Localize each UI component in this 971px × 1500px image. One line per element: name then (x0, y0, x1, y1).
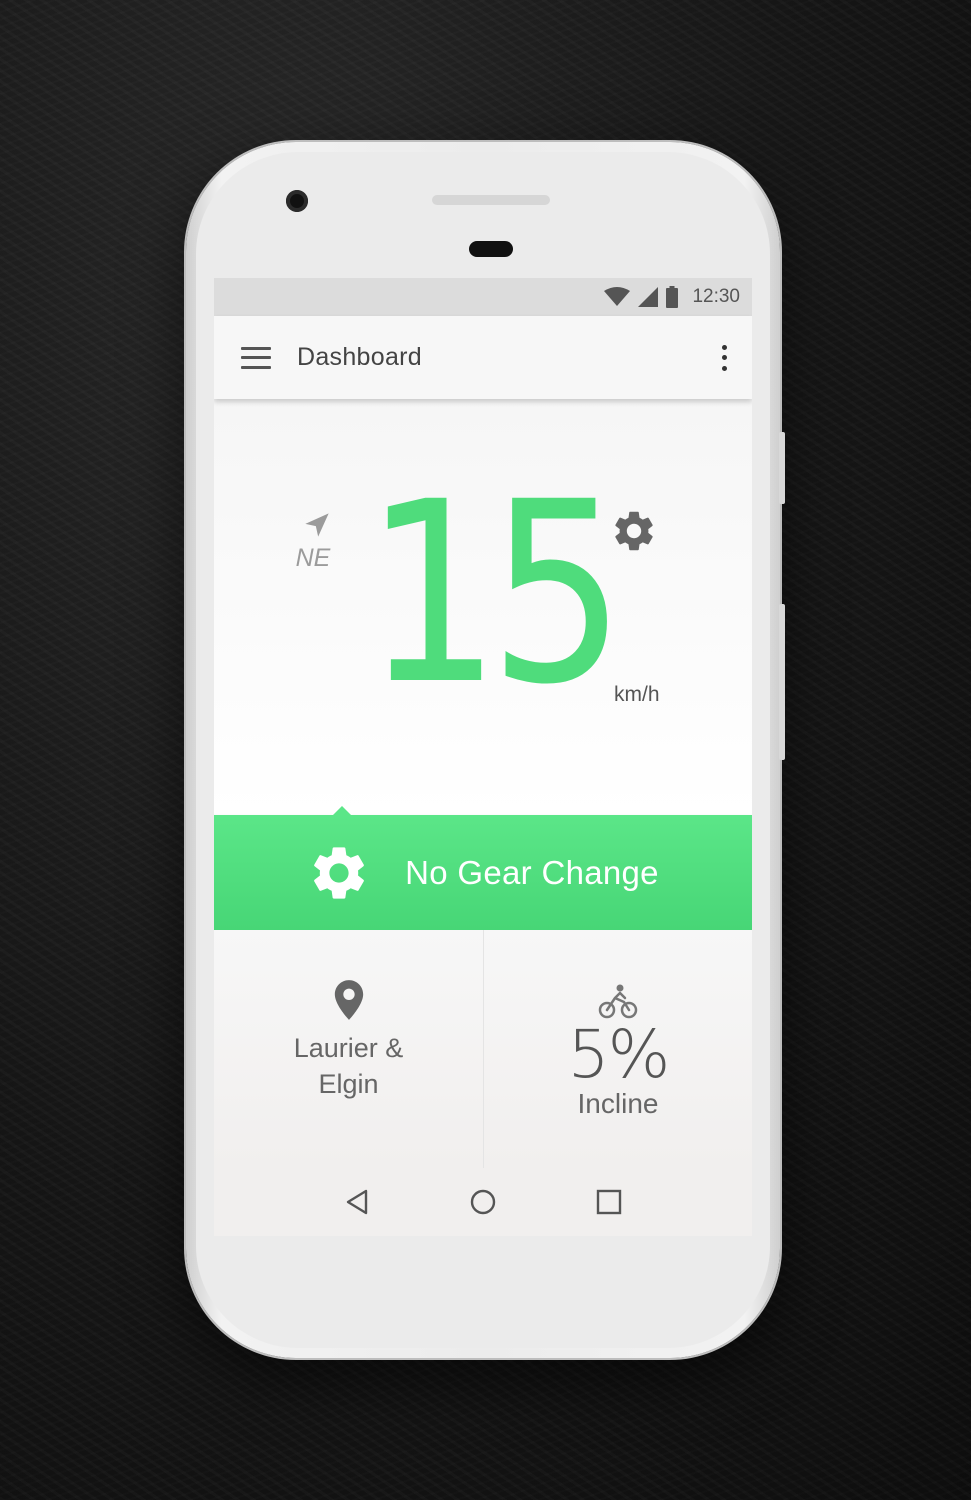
back-button[interactable] (337, 1182, 377, 1222)
location-pin-icon (334, 980, 363, 1020)
gear-status-banner: No Gear Change (214, 806, 752, 930)
recents-icon (596, 1189, 622, 1215)
heading-indicator: NE (290, 511, 336, 573)
recents-button[interactable] (589, 1182, 629, 1222)
status-time: 12:30 (692, 286, 740, 307)
location-text: Laurier & Elgin (269, 1030, 429, 1102)
page-title: Dashboard (297, 343, 423, 371)
incline-card[interactable]: 5% Incline (483, 930, 752, 1168)
earpiece-speaker (432, 195, 550, 205)
more-vert-icon[interactable] (720, 344, 728, 371)
location-line-2: Elgin (318, 1069, 379, 1099)
power-button (779, 604, 785, 760)
info-row: Laurier & Elgin 5% Incline (214, 930, 752, 1168)
wifi-icon (604, 287, 631, 306)
gear-status-label: No Gear Change (405, 853, 659, 891)
location-line-1: Laurier & (293, 1033, 404, 1063)
settings-icon[interactable] (610, 507, 658, 555)
settings-icon (314, 846, 365, 899)
banner-pointer (332, 806, 352, 816)
bike-icon (598, 984, 638, 1019)
volume-button (779, 432, 785, 504)
navigation-arrow-icon (305, 513, 329, 537)
menu-icon[interactable] (241, 346, 271, 369)
back-icon (346, 1189, 368, 1215)
home-icon (470, 1189, 496, 1215)
system-nav-bar (214, 1168, 752, 1236)
proximity-sensor (469, 241, 513, 257)
heading-label: NE (295, 544, 331, 572)
signal-icon (638, 287, 659, 307)
app-bar: Dashboard (214, 316, 752, 399)
front-camera (286, 190, 308, 212)
incline-value: 5% (567, 1016, 671, 1093)
speed-unit: km/h (614, 683, 660, 706)
speed-value: 15 (364, 448, 626, 739)
incline-label: Incline (577, 1088, 659, 1119)
screen: 12:30 Dashboard NE 15 km/h No Gear Chang… (214, 278, 752, 1236)
home-button[interactable] (463, 1182, 503, 1222)
speed-panel: NE 15 km/h (214, 399, 752, 815)
battery-icon (666, 286, 679, 308)
location-card[interactable]: Laurier & Elgin (214, 930, 483, 1168)
status-bar: 12:30 (214, 278, 752, 316)
